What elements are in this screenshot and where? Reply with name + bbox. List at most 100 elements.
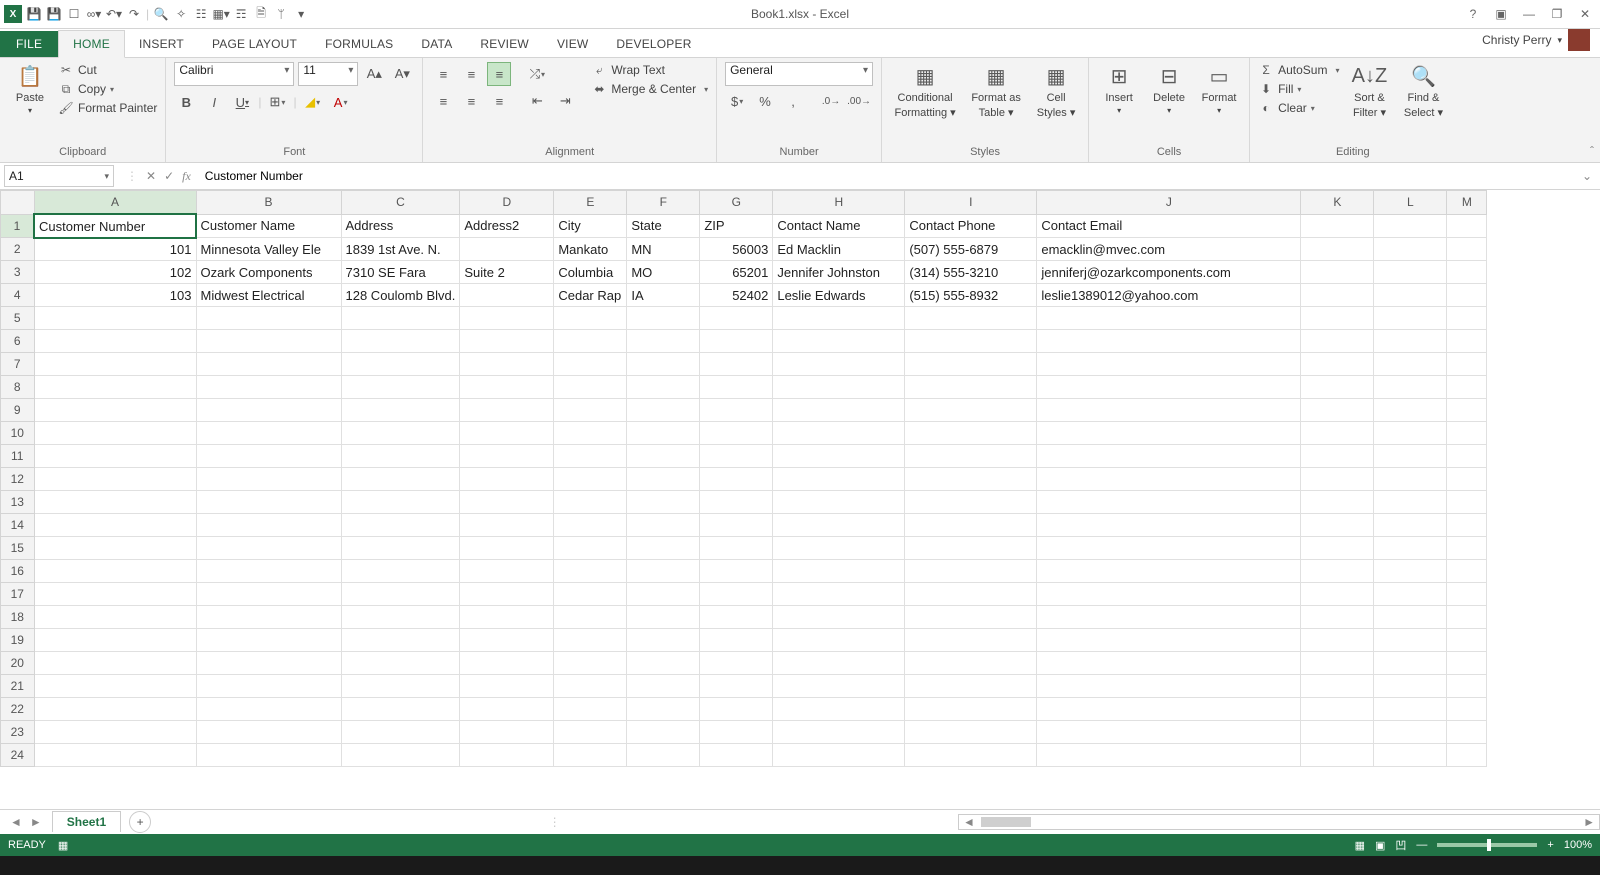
cell[interactable] bbox=[773, 583, 905, 606]
tab-page-layout[interactable]: PAGE LAYOUT bbox=[198, 31, 311, 57]
row-header[interactable]: 16 bbox=[1, 560, 35, 583]
cell[interactable] bbox=[1301, 422, 1374, 445]
cell[interactable] bbox=[34, 330, 196, 353]
cell[interactable]: (515) 555-8932 bbox=[905, 284, 1037, 307]
cell[interactable] bbox=[905, 422, 1037, 445]
cell[interactable] bbox=[700, 307, 773, 330]
tab-file[interactable]: FILE bbox=[0, 31, 58, 57]
format-painter-button[interactable]: 🖌Format Painter bbox=[58, 100, 157, 116]
cell[interactable] bbox=[1301, 330, 1374, 353]
cell[interactable] bbox=[1301, 399, 1374, 422]
cell[interactable] bbox=[627, 399, 700, 422]
cell[interactable]: MN bbox=[627, 238, 700, 261]
cell[interactable] bbox=[773, 675, 905, 698]
cell-styles-button[interactable]: ▦CellStyles ▾ bbox=[1032, 62, 1080, 119]
cell[interactable] bbox=[460, 744, 554, 767]
cell[interactable] bbox=[1447, 307, 1487, 330]
cell[interactable]: Midwest Electrical bbox=[196, 284, 341, 307]
close-icon[interactable]: ✕ bbox=[1576, 7, 1594, 21]
cell[interactable] bbox=[1374, 330, 1447, 353]
tab-home[interactable]: HOME bbox=[58, 30, 125, 58]
cell[interactable] bbox=[627, 307, 700, 330]
zoom-out-icon[interactable]: — bbox=[1416, 839, 1427, 851]
cancel-icon[interactable]: ✕ bbox=[146, 169, 156, 183]
cell[interactable] bbox=[1301, 214, 1374, 238]
cell[interactable] bbox=[554, 675, 627, 698]
cell[interactable] bbox=[1374, 606, 1447, 629]
cell[interactable] bbox=[1447, 560, 1487, 583]
column-header[interactable]: K bbox=[1301, 191, 1374, 215]
enter-icon[interactable]: ✓ bbox=[164, 169, 174, 183]
cell[interactable] bbox=[1447, 330, 1487, 353]
cell[interactable] bbox=[700, 675, 773, 698]
cell[interactable] bbox=[341, 698, 460, 721]
cell[interactable] bbox=[773, 468, 905, 491]
column-header[interactable]: B bbox=[196, 191, 341, 215]
cell[interactable] bbox=[1301, 491, 1374, 514]
cell[interactable] bbox=[34, 744, 196, 767]
merge-center-button[interactable]: ⬌Merge & Center▾ bbox=[591, 81, 708, 97]
row-header[interactable]: 6 bbox=[1, 330, 35, 353]
cell[interactable] bbox=[341, 376, 460, 399]
row-header[interactable]: 13 bbox=[1, 491, 35, 514]
cell[interactable] bbox=[34, 675, 196, 698]
cell[interactable] bbox=[341, 353, 460, 376]
copy-button[interactable]: ⧉Copy▾ bbox=[58, 81, 157, 97]
cell[interactable] bbox=[905, 445, 1037, 468]
cell[interactable] bbox=[1037, 537, 1301, 560]
cell[interactable] bbox=[627, 491, 700, 514]
cell[interactable] bbox=[196, 445, 341, 468]
increase-decimal-icon[interactable]: .0→ bbox=[819, 89, 843, 113]
cell[interactable] bbox=[700, 721, 773, 744]
cell[interactable] bbox=[700, 399, 773, 422]
column-header[interactable]: L bbox=[1374, 191, 1447, 215]
view-normal-icon[interactable]: ▦ bbox=[1355, 839, 1365, 852]
zoom-slider[interactable] bbox=[1437, 843, 1537, 847]
cell[interactable] bbox=[627, 376, 700, 399]
redo-icon[interactable]: ↷ bbox=[126, 6, 142, 22]
currency-icon[interactable]: $ bbox=[725, 89, 749, 113]
cell[interactable] bbox=[700, 652, 773, 675]
fill-button[interactable]: ⬇Fill▾ bbox=[1258, 81, 1339, 97]
cell[interactable] bbox=[905, 675, 1037, 698]
cell[interactable] bbox=[905, 353, 1037, 376]
cell[interactable] bbox=[1301, 261, 1374, 284]
cell[interactable] bbox=[773, 353, 905, 376]
row-header[interactable]: 5 bbox=[1, 307, 35, 330]
cell[interactable] bbox=[554, 560, 627, 583]
cell[interactable] bbox=[905, 652, 1037, 675]
worksheet-grid[interactable]: ABCDEFGHIJKLM1Customer NumberCustomer Na… bbox=[0, 190, 1600, 809]
cell[interactable]: 52402 bbox=[700, 284, 773, 307]
bold-button[interactable]: B bbox=[174, 90, 198, 114]
cell[interactable] bbox=[700, 583, 773, 606]
cell[interactable] bbox=[627, 330, 700, 353]
row-header[interactable]: 11 bbox=[1, 445, 35, 468]
cell[interactable] bbox=[1301, 744, 1374, 767]
cell[interactable] bbox=[1374, 399, 1447, 422]
save-icon-2[interactable]: 💾 bbox=[46, 6, 62, 22]
cell[interactable] bbox=[1447, 537, 1487, 560]
cell[interactable] bbox=[1374, 353, 1447, 376]
fx-icon[interactable]: fx bbox=[182, 169, 191, 184]
cell[interactable] bbox=[1037, 698, 1301, 721]
cell[interactable] bbox=[1447, 353, 1487, 376]
cell[interactable] bbox=[627, 445, 700, 468]
align-center-icon[interactable]: ≡ bbox=[459, 89, 483, 113]
cell[interactable]: Contact Name bbox=[773, 214, 905, 238]
cell[interactable] bbox=[1301, 445, 1374, 468]
cell[interactable]: Address2 bbox=[460, 214, 554, 238]
cell[interactable] bbox=[1374, 422, 1447, 445]
minimize-icon[interactable]: — bbox=[1520, 7, 1538, 21]
tab-insert[interactable]: INSERT bbox=[125, 31, 198, 57]
cell[interactable] bbox=[1447, 491, 1487, 514]
cell[interactable] bbox=[627, 721, 700, 744]
cell[interactable] bbox=[700, 330, 773, 353]
cell[interactable] bbox=[1037, 399, 1301, 422]
cell[interactable]: 101 bbox=[34, 238, 196, 261]
cell[interactable] bbox=[1037, 353, 1301, 376]
cell[interactable] bbox=[196, 330, 341, 353]
cell[interactable] bbox=[627, 468, 700, 491]
cell[interactable] bbox=[1447, 284, 1487, 307]
cell[interactable] bbox=[196, 560, 341, 583]
cell[interactable] bbox=[460, 652, 554, 675]
